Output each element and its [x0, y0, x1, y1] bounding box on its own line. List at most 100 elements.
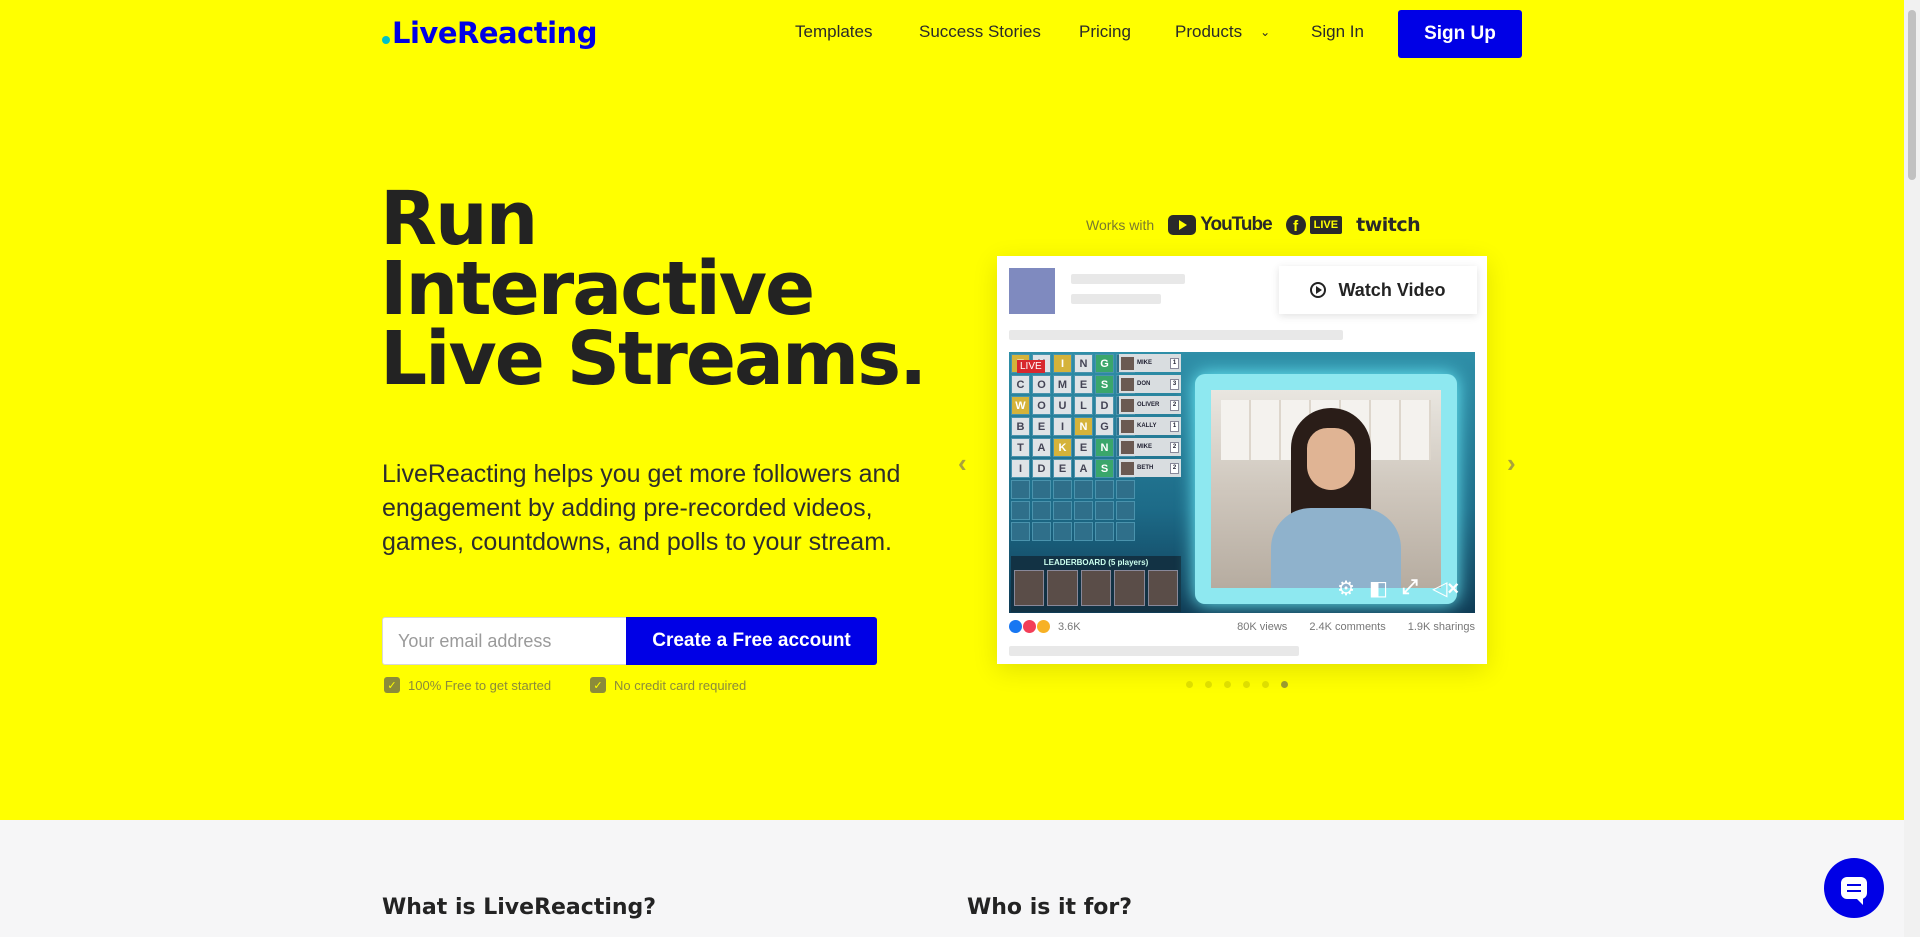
picture-in-picture-icon[interactable]: ◧	[1369, 576, 1388, 601]
word-tile: N	[1095, 438, 1114, 457]
word-tile: K	[1053, 438, 1072, 457]
streamer-image	[1271, 408, 1401, 588]
carousel-dot[interactable]	[1186, 681, 1193, 688]
check-icon: ✓	[590, 677, 606, 693]
word-tile: A	[1032, 438, 1051, 457]
carousel-dot[interactable]	[1224, 681, 1231, 688]
player-row: MIKE 1	[1119, 354, 1181, 372]
section-who-title: Who is it for?	[967, 895, 1133, 920]
word-tile: C	[1011, 375, 1030, 394]
word-tile	[1116, 522, 1135, 541]
word-tile	[1011, 501, 1030, 520]
word-tile	[1074, 501, 1093, 520]
chevron-left-icon[interactable]: ‹	[958, 448, 967, 479]
word-tile	[1053, 480, 1072, 499]
word-tile: I	[1053, 354, 1072, 373]
carousel-dot[interactable]	[1205, 681, 1212, 688]
word-tile: S	[1095, 459, 1114, 478]
carousel-dot[interactable]	[1243, 681, 1250, 688]
twitch-logo: twitch	[1356, 214, 1421, 236]
word-tile	[1095, 480, 1114, 499]
check-free: ✓ 100% Free to get started	[384, 677, 551, 693]
sign-up-button[interactable]: Sign Up	[1398, 10, 1522, 58]
word-tile: M	[1053, 375, 1072, 394]
carousel-dots	[1186, 681, 1288, 688]
word-tile	[1095, 501, 1114, 520]
chevron-right-icon[interactable]: ›	[1507, 448, 1516, 479]
wow-icon	[1037, 620, 1050, 633]
word-tile	[1011, 480, 1030, 499]
word-tile	[1053, 501, 1072, 520]
mute-icon[interactable]: ◁×	[1432, 576, 1459, 601]
word-tile	[1074, 522, 1093, 541]
leaderboard: LEADERBOARD (5 players)	[1011, 556, 1181, 612]
preview-card: THINGCOMESWOULDBEINGTAKENIDEAS LIVE MIKE…	[997, 256, 1487, 664]
settings-icon[interactable]: ⚙	[1337, 576, 1355, 601]
placeholder-line	[1009, 646, 1299, 656]
nav-templates[interactable]: Templates	[795, 22, 872, 42]
love-icon	[1023, 620, 1036, 633]
video-preview[interactable]: THINGCOMESWOULDBEINGTAKENIDEAS LIVE MIKE…	[1009, 352, 1475, 613]
word-tile: B	[1011, 417, 1030, 436]
player-row: KALLY 1	[1119, 417, 1181, 435]
hero-subtext: LiveReacting helps you get more follower…	[382, 460, 901, 556]
youtube-logo: YouTube	[1168, 214, 1273, 236]
email-input[interactable]	[382, 617, 626, 665]
word-tile	[1116, 501, 1135, 520]
word-tile: T	[1011, 438, 1030, 457]
word-tile: I	[1053, 417, 1072, 436]
scrollbar[interactable]	[1904, 0, 1920, 937]
check-no-card: ✓ No credit card required	[590, 677, 746, 693]
logo[interactable]: LiveReacting	[382, 16, 597, 50]
nav-pricing[interactable]: Pricing	[1079, 22, 1131, 42]
word-tile	[1095, 522, 1114, 541]
word-tile	[1074, 480, 1093, 499]
word-tile: E	[1032, 417, 1051, 436]
live-tag: LIVE	[1017, 360, 1045, 373]
carousel-dot[interactable]	[1281, 681, 1288, 688]
word-tile: O	[1032, 375, 1051, 394]
word-tile	[1011, 522, 1030, 541]
check-icon: ✓	[384, 677, 400, 693]
placeholder-line	[1071, 274, 1185, 284]
chat-icon	[1841, 877, 1867, 905]
nav-products[interactable]: Products ⌄	[1175, 22, 1270, 42]
player-row: MIKE 2	[1119, 438, 1181, 456]
word-tile: L	[1074, 396, 1093, 415]
player-list: MIKE 1 DON 3 OLIVER 2 KALLY 1 MIKE 2 BETH 2	[1119, 354, 1181, 477]
placeholder-line	[1009, 330, 1343, 340]
logo-dot	[382, 36, 390, 44]
streamer-frame	[1195, 374, 1457, 604]
word-tile: G	[1095, 354, 1114, 373]
word-tile: A	[1074, 459, 1093, 478]
fullscreen-icon[interactable]: ⤢	[1402, 576, 1418, 601]
chat-button[interactable]	[1824, 858, 1884, 918]
facebook-icon: f	[1285, 215, 1306, 235]
facebook-live-logo: f LIVE	[1285, 215, 1343, 235]
watch-video-button[interactable]: Watch Video	[1279, 266, 1477, 314]
avatar-placeholder	[1009, 268, 1055, 314]
word-tile: N	[1074, 354, 1093, 373]
hero-headline: Run Interactive Live Streams.	[380, 176, 927, 402]
player-row: DON 3	[1119, 375, 1181, 393]
word-tile	[1032, 480, 1051, 499]
word-tile: O	[1032, 396, 1051, 415]
word-tile: N	[1074, 417, 1093, 436]
word-tile	[1032, 522, 1051, 541]
like-icon	[1009, 620, 1022, 633]
word-tile	[1116, 480, 1135, 499]
post-stats: 3.6K 80K views 2.4K comments 1.9K sharin…	[1009, 620, 1475, 633]
word-tile: U	[1053, 396, 1072, 415]
create-account-button[interactable]: Create a Free account	[626, 617, 877, 665]
word-tile: E	[1074, 438, 1093, 457]
nav-success-stories[interactable]: Success Stories	[919, 22, 1041, 42]
play-circle-icon	[1310, 282, 1327, 298]
word-tile: E	[1074, 375, 1093, 394]
sign-in-link[interactable]: Sign In	[1311, 22, 1364, 42]
youtube-icon	[1168, 215, 1197, 235]
word-tile	[1032, 501, 1051, 520]
word-tile: D	[1095, 396, 1114, 415]
word-tile: I	[1011, 459, 1030, 478]
player-row: BETH 2	[1119, 459, 1181, 477]
carousel-dot[interactable]	[1262, 681, 1269, 688]
